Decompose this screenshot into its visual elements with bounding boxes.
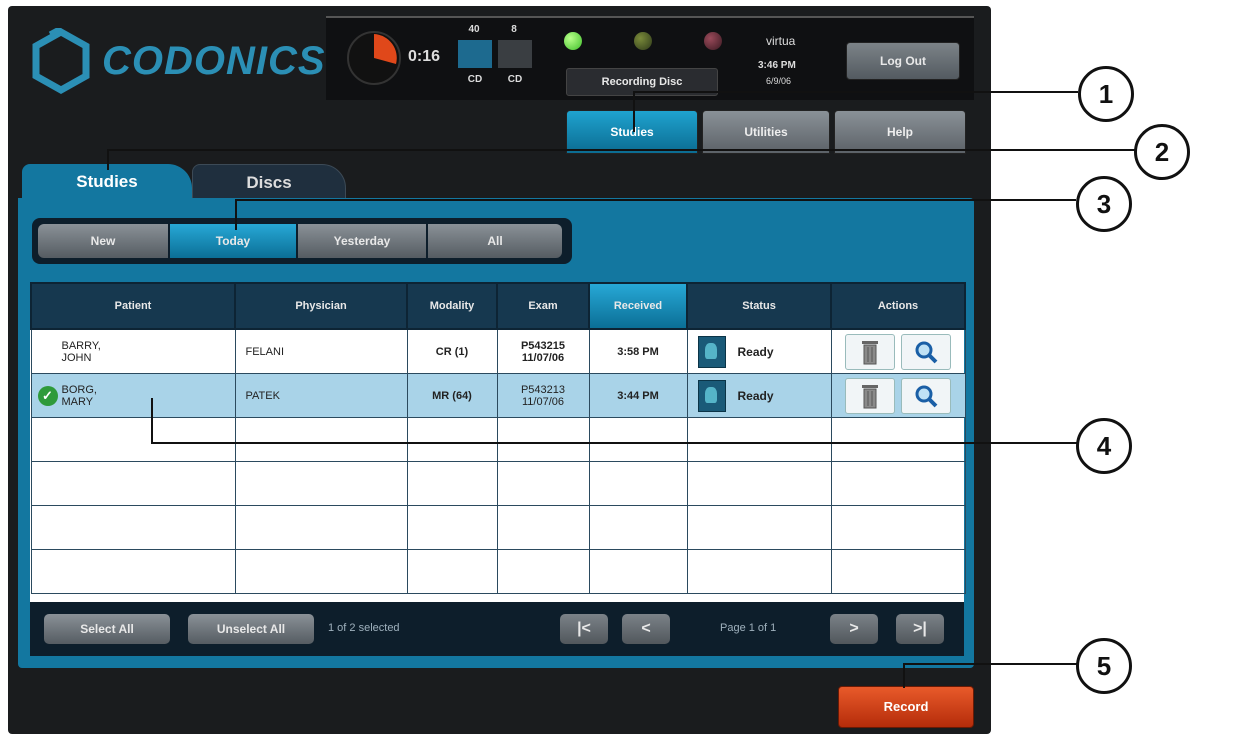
system-time: 3:46 PM (758, 60, 796, 71)
studies-panel: New Today Yesterday All Patient Physicia… (18, 198, 974, 668)
exam-date: 11/07/06 (521, 395, 564, 408)
actions-cell (830, 373, 966, 418)
patient-first-name: MARY (61, 395, 94, 408)
physician-cell: FELANI (234, 328, 408, 374)
select-all-button[interactable]: Select All (44, 614, 170, 644)
patient-last-name: BARRY, (61, 339, 101, 352)
column-header-patient[interactable]: Patient (30, 282, 236, 330)
trash-icon (862, 340, 878, 364)
first-page-button[interactable]: |< (560, 614, 608, 644)
table-footer: Select All Unselect All 1 of 2 selected … (30, 602, 964, 656)
delete-button[interactable] (845, 333, 895, 370)
tab-studies[interactable]: Studies (566, 110, 698, 154)
delete-button[interactable] (845, 377, 895, 414)
disc-tray-2 (498, 40, 532, 68)
last-page-button[interactable]: >| (896, 614, 944, 644)
codonics-logo: CODONICS (32, 28, 326, 94)
disc-count-2: 8 (511, 24, 517, 35)
filter-bar: New Today Yesterday All (32, 218, 572, 264)
magnifier-icon (915, 341, 938, 363)
disc-tray-1 (458, 40, 492, 68)
callout-1: 1 (1078, 66, 1134, 122)
view-button[interactable] (901, 333, 951, 370)
status-bar: 0:16 40 CD 8 CD Recording Disc virtua 3:… (326, 16, 974, 100)
disc-type-1: CD (467, 74, 483, 85)
empty-row (30, 549, 966, 594)
magnifier-icon (915, 385, 938, 407)
subtab-discs[interactable]: Discs (192, 164, 346, 202)
empty-row (30, 417, 966, 462)
tab-utilities[interactable]: Utilities (702, 110, 830, 154)
column-header-exam[interactable]: Exam (496, 282, 590, 330)
callout-5: 5 (1076, 638, 1132, 694)
status-text: Ready (737, 388, 774, 403)
exam-cell: P543213 11/07/06 (496, 373, 590, 418)
column-header-actions: Actions (830, 282, 966, 330)
modality-cell: CR (1) (406, 328, 498, 374)
disc-count-1: 40 (468, 24, 480, 35)
subtab-studies[interactable]: Studies (22, 164, 192, 200)
table-row[interactable]: BARRY, JOHN FELANI CR (1) P543215 11/07/… (30, 328, 966, 374)
prev-page-button[interactable]: < (622, 614, 670, 644)
record-button[interactable]: Record (838, 686, 974, 728)
physician-cell: PATEK (234, 373, 408, 418)
disc-type-2: CD (507, 74, 523, 85)
column-header-modality[interactable]: Modality (406, 282, 498, 330)
table-row[interactable]: ✓ BORG, MARY PATEK MR (64) P543213 11/07… (30, 373, 966, 418)
empty-row (30, 505, 966, 550)
filter-yesterday-button[interactable]: Yesterday (298, 224, 426, 258)
next-page-button[interactable]: > (830, 614, 878, 644)
empty-row (30, 461, 966, 506)
timer-text: 0:16 (408, 48, 441, 65)
unselect-all-button[interactable]: Unselect All (188, 614, 314, 644)
status-display: Recording Disc (566, 68, 718, 96)
studies-table: Patient Physician Modality Exam Received… (30, 282, 966, 602)
selected-check-icon[interactable]: ✓ (37, 386, 58, 406)
filter-all-button[interactable]: All (428, 224, 562, 258)
patient-first-name: JOHN (61, 351, 92, 364)
callout-4: 4 (1076, 418, 1132, 474)
study-thumbnail-icon (697, 335, 726, 368)
received-cell: 3:44 PM (588, 373, 688, 418)
exam-id: P543213 (520, 383, 566, 396)
patient-cell: ✓ BORG, MARY (30, 373, 236, 418)
status-led-amber (634, 32, 652, 50)
modality-cell: MR (64) (406, 373, 498, 418)
callout-3: 3 (1076, 176, 1132, 232)
timer-pie-icon (347, 31, 401, 85)
logout-button[interactable]: Log Out (846, 42, 960, 80)
column-header-received[interactable]: Received (588, 282, 688, 330)
system-name: virtua (766, 34, 796, 48)
filter-new-button[interactable]: New (38, 224, 168, 258)
status-led-green (564, 32, 582, 50)
column-header-status[interactable]: Status (686, 282, 832, 330)
actions-cell (830, 328, 966, 374)
status-cell: Ready (686, 328, 832, 374)
patient-cell: BARRY, JOHN (30, 328, 236, 374)
column-header-physician[interactable]: Physician (234, 282, 408, 330)
status-text: Ready (737, 344, 774, 359)
patient-last-name: BORG, (61, 383, 97, 396)
logo-hexagon-icon (32, 28, 90, 94)
filter-today-button[interactable]: Today (170, 224, 296, 258)
callout-2: 2 (1134, 124, 1190, 180)
logo-text: CODONICS (102, 38, 326, 83)
exam-date: 11/07/06 (521, 351, 565, 364)
app-window: CODONICS 0:16 40 CD 8 CD Recording Disc … (8, 6, 991, 734)
trash-icon (862, 384, 878, 408)
system-date: 6/9/06 (766, 76, 792, 86)
tab-help[interactable]: Help (834, 110, 966, 154)
view-button[interactable] (901, 377, 951, 414)
selection-count-text: 1 of 2 selected (328, 622, 400, 634)
status-cell: Ready (686, 373, 832, 418)
page-indicator: Page 1 of 1 (720, 622, 777, 634)
received-cell: 3:58 PM (588, 328, 688, 374)
status-led-red (704, 32, 722, 50)
exam-id: P543215 (520, 339, 566, 352)
exam-cell: P543215 11/07/06 (496, 328, 590, 374)
study-thumbnail-icon (697, 379, 726, 412)
